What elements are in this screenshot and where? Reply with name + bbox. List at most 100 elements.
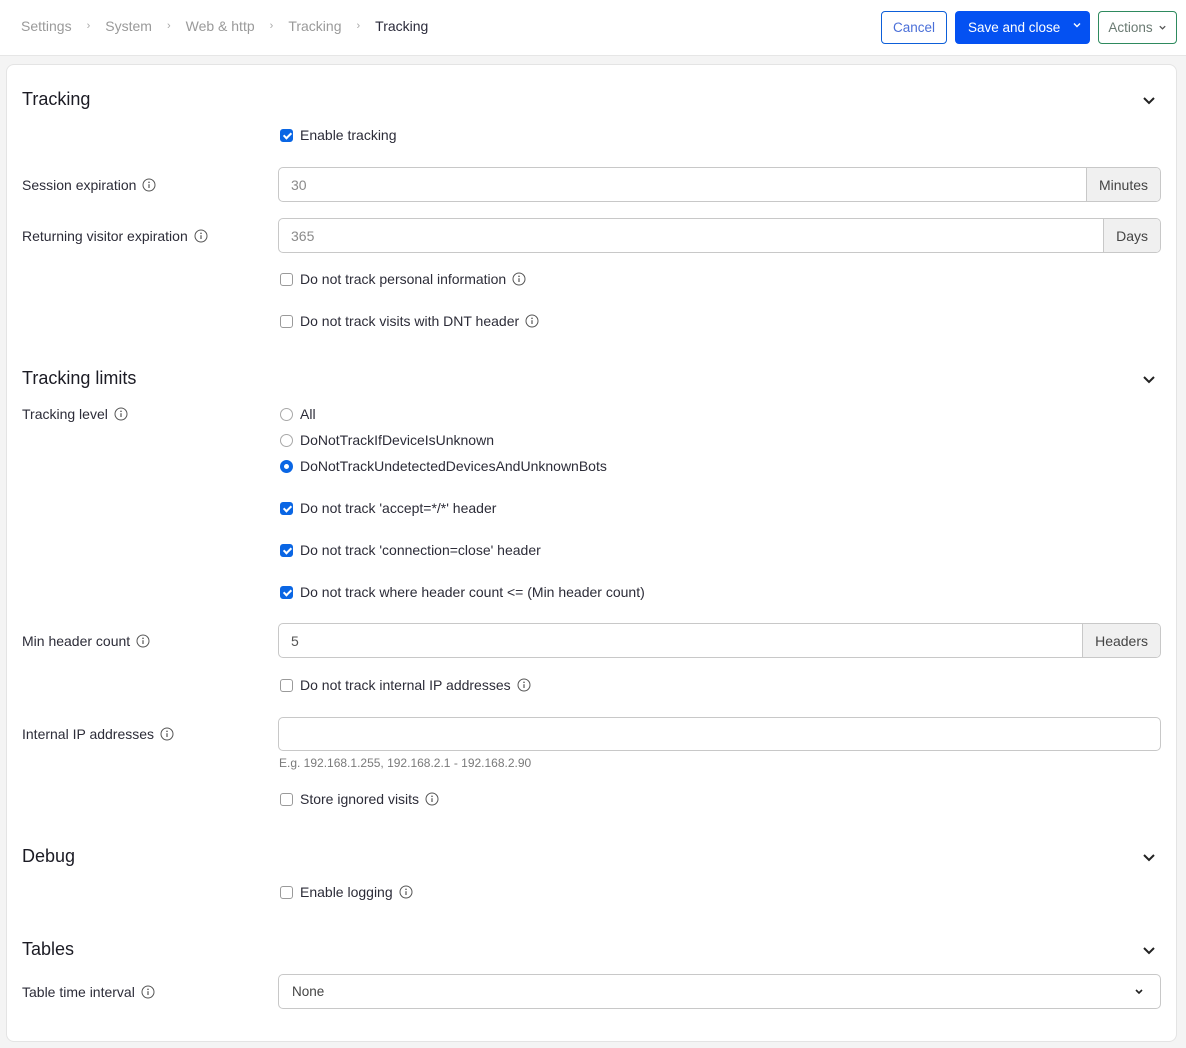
chevron-down-icon [1135, 989, 1143, 995]
enable-logging-label: Enable logging [300, 884, 393, 900]
breadcrumb-tracking[interactable]: Tracking [288, 18, 341, 34]
no-accept-header-checkbox[interactable] [280, 501, 293, 515]
minutes-unit: Minutes [1085, 168, 1160, 201]
breadcrumb-system[interactable]: System [105, 18, 152, 34]
breadcrumb-web-http[interactable]: Web & http [186, 18, 255, 34]
headers-unit: Headers [1082, 624, 1160, 657]
no-internal-ip-label: Do not track internal IP addresses [300, 677, 511, 693]
tracking-level-option-device-unknown: DoNotTrackIfDeviceIsUnknown [280, 432, 494, 448]
info-icon[interactable] [160, 727, 174, 741]
save-and-close-button[interactable]: Save and close [955, 11, 1090, 44]
info-icon[interactable] [114, 407, 128, 421]
cancel-label: Cancel [892, 20, 936, 35]
chevron-right-icon: › [356, 20, 361, 32]
info-icon[interactable] [512, 272, 526, 286]
tracking-level-label: Tracking level [22, 406, 128, 422]
session-expiration-field: Minutes [278, 167, 1161, 202]
internal-ip-label: Internal IP addresses [22, 726, 174, 742]
info-icon[interactable] [142, 178, 156, 192]
chevron-right-icon: › [86, 20, 91, 32]
table-time-interval-select[interactable]: None [278, 974, 1161, 1009]
store-ignored-checkbox[interactable] [280, 792, 293, 806]
min-header-count-label: Min header count [22, 633, 150, 649]
actions-label: Actions [1108, 20, 1153, 35]
no-header-count-row: Do not track where header count <= (Min … [280, 584, 645, 600]
tracking-level-option-undetected-bots: DoNotTrackUndetectedDevicesAndUnknownBot… [280, 458, 607, 474]
chevron-down-icon [1158, 25, 1166, 30]
session-expiration-text: Session expiration [22, 177, 137, 193]
internal-ip-field [278, 717, 1161, 751]
info-icon[interactable] [194, 229, 208, 243]
info-icon[interactable] [141, 985, 155, 999]
session-expiration-label: Session expiration [22, 177, 156, 193]
chevron-down-icon[interactable] [1142, 375, 1156, 385]
info-icon[interactable] [425, 792, 439, 806]
top-bar: Settings › System › Web & http › Trackin… [0, 0, 1186, 56]
chevron-right-icon: › [269, 20, 274, 32]
radio-all[interactable] [280, 407, 293, 421]
tracking-level-text: Tracking level [22, 406, 108, 422]
chevron-down-icon[interactable] [1072, 20, 1082, 30]
save-label: Save and close [968, 20, 1061, 35]
internal-ip-input[interactable] [279, 718, 1160, 750]
no-dnt-checkbox[interactable] [280, 314, 293, 328]
settings-panel: Tracking Enable tracking Session expirat… [6, 64, 1177, 1042]
table-time-interval-value: None [292, 984, 325, 999]
enable-tracking-label: Enable tracking [300, 127, 397, 143]
section-title-tracking-limits: Tracking limits [22, 368, 137, 388]
no-personal-info-checkbox[interactable] [280, 272, 293, 286]
no-header-count-label: Do not track where header count <= (Min … [300, 584, 645, 600]
enable-logging-checkbox[interactable] [280, 885, 293, 899]
store-ignored-row: Store ignored visits [280, 791, 439, 807]
min-header-count-text: Min header count [22, 633, 131, 649]
store-ignored-label: Store ignored visits [300, 791, 420, 807]
session-expiration-input[interactable] [279, 168, 1086, 201]
no-connection-close-row: Do not track 'connection=close' header [280, 542, 541, 558]
no-internal-ip-checkbox[interactable] [280, 678, 293, 692]
cancel-button[interactable]: Cancel [881, 11, 947, 44]
returning-visitor-expiration-label: Returning visitor expiration [22, 228, 208, 244]
section-title-debug: Debug [22, 846, 76, 866]
no-accept-header-label: Do not track 'accept=*/*' header [300, 500, 497, 516]
section-title-tracking: Tracking [22, 89, 91, 109]
no-personal-info-label: Do not track personal information [300, 271, 507, 287]
no-connection-close-checkbox[interactable] [280, 543, 293, 557]
tracking-level-option-all: All [280, 406, 316, 422]
internal-ip-text: Internal IP addresses [22, 726, 155, 742]
info-icon[interactable] [399, 885, 413, 899]
min-header-count-field: Headers [278, 623, 1161, 658]
chevron-down-icon[interactable] [1142, 853, 1156, 863]
info-icon[interactable] [517, 678, 531, 692]
chevron-down-icon[interactable] [1142, 946, 1156, 956]
enable-tracking-checkbox[interactable] [280, 128, 293, 142]
no-personal-info-row: Do not track personal information [280, 271, 526, 287]
days-unit: Days [1103, 219, 1160, 252]
breadcrumb-settings[interactable]: Settings [21, 18, 72, 34]
chevron-right-icon: › [166, 20, 171, 32]
table-time-interval-label: Table time interval [22, 984, 155, 1000]
no-dnt-row: Do not track visits with DNT header [280, 313, 539, 329]
enable-tracking-row: Enable tracking [280, 127, 397, 143]
chevron-down-icon[interactable] [1142, 96, 1156, 106]
radio-device-unknown-label: DoNotTrackIfDeviceIsUnknown [300, 432, 494, 448]
table-time-interval-text: Table time interval [22, 984, 135, 1000]
breadcrumb-current: Tracking [375, 18, 429, 34]
no-connection-close-label: Do not track 'connection=close' header [300, 542, 541, 558]
radio-undetected-bots-label: DoNotTrackUndetectedDevicesAndUnknownBot… [300, 458, 607, 474]
returning-visitor-expiration-field: Days [278, 218, 1161, 253]
no-header-count-checkbox[interactable] [280, 585, 293, 599]
info-icon[interactable] [525, 314, 539, 328]
enable-logging-row: Enable logging [280, 884, 413, 900]
internal-ip-hint: E.g. 192.168.1.255, 192.168.2.1 - 192.16… [279, 756, 532, 770]
section-title-tables: Tables [22, 939, 75, 959]
no-accept-header-row: Do not track 'accept=*/*' header [280, 500, 496, 516]
actions-button[interactable]: Actions [1098, 11, 1177, 44]
radio-device-unknown[interactable] [280, 433, 293, 447]
returning-visitor-expiration-text: Returning visitor expiration [22, 228, 188, 244]
info-icon[interactable] [136, 634, 150, 648]
returning-visitor-expiration-input[interactable] [279, 219, 1104, 252]
no-internal-ip-row: Do not track internal IP addresses [280, 677, 531, 693]
radio-all-label: All [300, 406, 316, 422]
radio-undetected-bots[interactable] [280, 459, 293, 473]
min-header-count-input[interactable] [279, 624, 1083, 657]
